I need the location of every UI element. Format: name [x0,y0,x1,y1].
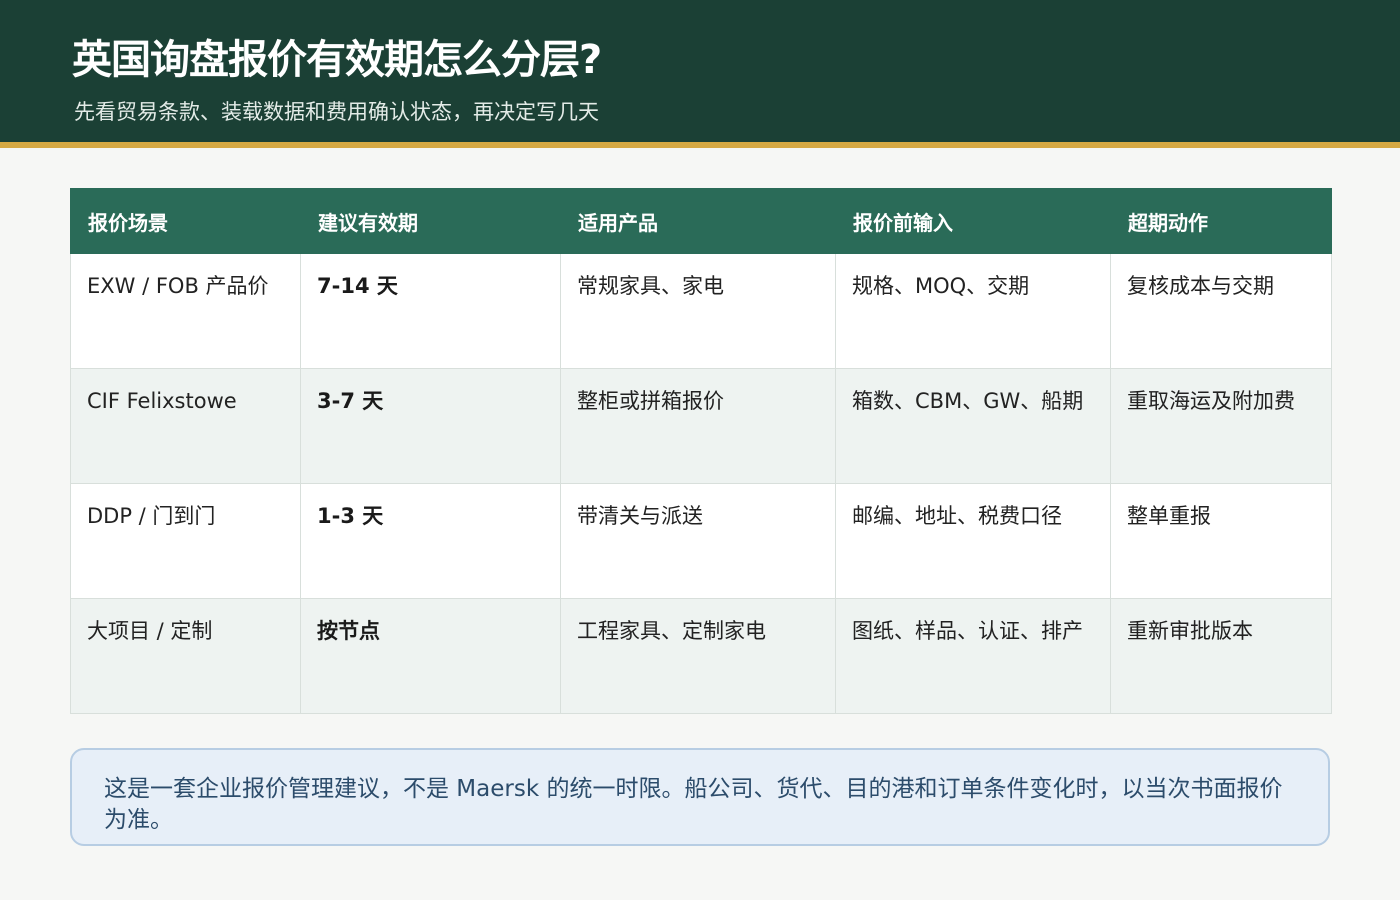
cell-scenario: CIF Felixstowe [70,368,301,484]
cell-products: 整柜或拼箱报价 [560,368,836,484]
cell-inputs: 图纸、样品、认证、排产 [835,598,1111,714]
column-header-expiry-action: 超期动作 [1110,188,1332,254]
cell-validity: 3-7 天 [300,368,561,484]
cell-products: 带清关与派送 [560,483,836,599]
validity-table: 报价场景 建议有效期 适用产品 报价前输入 超期动作 EXW / FOB 产品价… [70,188,1332,714]
cell-validity: 7-14 天 [300,253,561,369]
validity-table-container: 报价场景 建议有效期 适用产品 报价前输入 超期动作 EXW / FOB 产品价… [70,188,1332,714]
cell-scenario: EXW / FOB 产品价 [70,253,301,369]
cell-expiry-action: 重取海运及附加费 [1110,368,1332,484]
column-header-scenario: 报价场景 [70,188,301,254]
page-header: 英国询盘报价有效期怎么分层? 先看贸易条款、装载数据和费用确认状态，再决定写几天 [0,0,1400,148]
cell-products: 工程家具、定制家电 [560,598,836,714]
column-header-inputs: 报价前输入 [835,188,1111,254]
cell-expiry-action: 整单重报 [1110,483,1332,599]
cell-scenario: DDP / 门到门 [70,483,301,599]
table-row: CIF Felixstowe 3-7 天 整柜或拼箱报价 箱数、CBM、GW、船… [70,368,1332,484]
page-subtitle: 先看贸易条款、装载数据和费用确认状态，再决定写几天 [74,100,599,124]
table-row: 大项目 / 定制 按节点 工程家具、定制家电 图纸、样品、认证、排产 重新审批版… [70,598,1332,714]
cell-validity: 1-3 天 [300,483,561,599]
page-title: 英国询盘报价有效期怎么分层? [72,37,602,83]
table-header-row: 报价场景 建议有效期 适用产品 报价前输入 超期动作 [70,188,1332,254]
cell-validity: 按节点 [300,598,561,714]
cell-expiry-action: 复核成本与交期 [1110,253,1332,369]
cell-inputs: 箱数、CBM、GW、船期 [835,368,1111,484]
cell-scenario: 大项目 / 定制 [70,598,301,714]
cell-products: 常规家具、家电 [560,253,836,369]
cell-inputs: 规格、MOQ、交期 [835,253,1111,369]
cell-expiry-action: 重新审批版本 [1110,598,1332,714]
table-row: EXW / FOB 产品价 7-14 天 常规家具、家电 规格、MOQ、交期 复… [70,253,1332,369]
column-header-products: 适用产品 [560,188,836,254]
column-header-validity: 建议有效期 [300,188,561,254]
table-row: DDP / 门到门 1-3 天 带清关与派送 邮编、地址、税费口径 整单重报 [70,483,1332,599]
cell-inputs: 邮编、地址、税费口径 [835,483,1111,599]
disclaimer-note: 这是一套企业报价管理建议，不是 Maersk 的统一时限。船公司、货代、目的港和… [70,748,1330,846]
